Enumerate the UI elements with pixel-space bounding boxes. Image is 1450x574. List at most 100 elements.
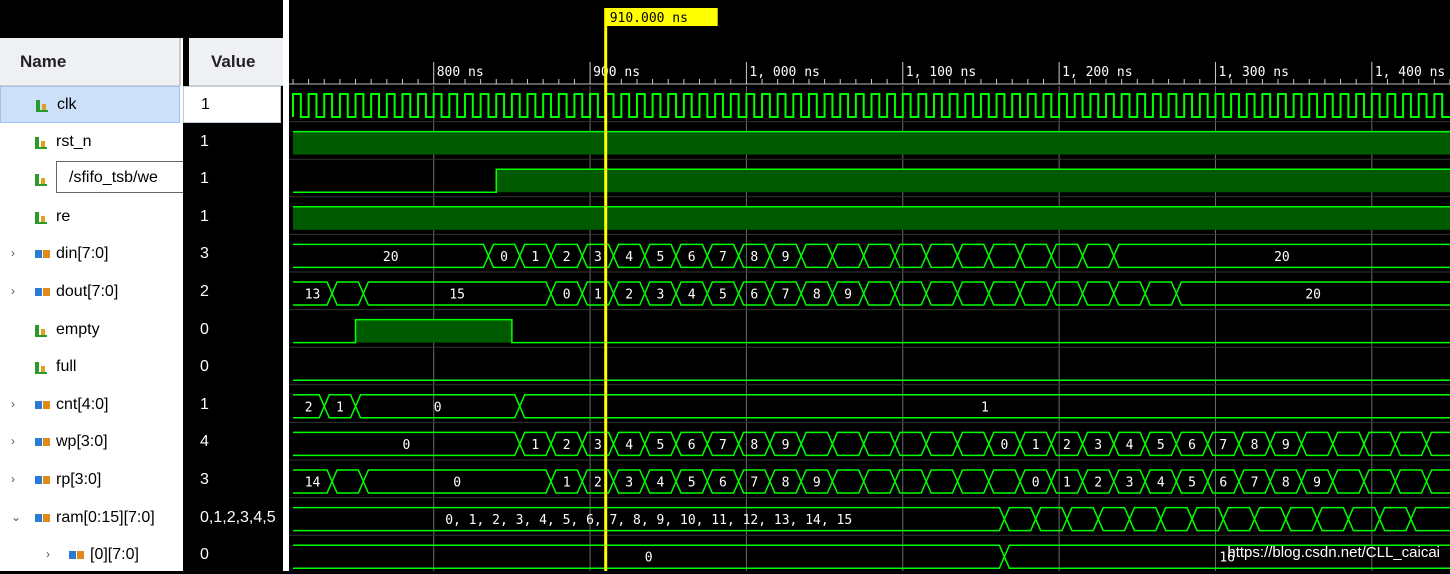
bus-value-label: 3	[594, 438, 602, 453]
signal-row-wp[interactable]: › wp[3:0]	[0, 424, 183, 461]
signal-value-ram0: 0	[200, 546, 209, 564]
signal-name: dout[7:0]	[56, 283, 119, 300]
bus-value-label: 7	[750, 476, 758, 491]
signal-row-rp[interactable]: › rp[3:0]	[0, 462, 183, 499]
signal-value-ram: 0,1,2,3,4,5	[200, 508, 276, 526]
bus-value-label: 3	[657, 288, 665, 303]
bus-value-label: 9	[782, 438, 790, 453]
signal-name: rst_n	[56, 132, 92, 150]
signal-row-clk[interactable]: clk	[0, 86, 180, 123]
bus-value-label: 1	[981, 400, 989, 415]
bus-value-label: 8	[782, 476, 790, 491]
bus-value-label: 7	[1219, 438, 1227, 453]
signal-value-rp: 3	[200, 471, 209, 488]
bus-value-label: 1	[531, 438, 539, 453]
bit-signal-icon	[35, 98, 51, 119]
bus-signal-icon	[34, 285, 52, 304]
expand-chevron-icon[interactable]: ›	[46, 547, 50, 561]
expand-chevron-icon[interactable]: ›	[11, 434, 15, 448]
bus-value-label: 2	[625, 288, 633, 303]
expand-chevron-icon[interactable]: ›	[11, 284, 15, 298]
bus-value-label: 15	[449, 288, 465, 303]
signal-value-din: 3	[200, 245, 209, 263]
expand-chevron-icon[interactable]: ›	[11, 397, 15, 411]
bus-value-label: 13	[305, 288, 321, 303]
bus-value-label: 1	[531, 250, 539, 265]
bus-value-label: 5	[1188, 476, 1196, 491]
bus-value-label: 0	[645, 551, 653, 566]
signal-name: full	[56, 358, 77, 376]
bus-value-label: 7	[782, 288, 790, 303]
signal-row-rst_n[interactable]: rst_n	[0, 124, 183, 161]
bus-value-label: 8	[1251, 438, 1259, 453]
signal-row-we[interactable]: /sfifo_tsb/we	[0, 161, 184, 198]
bus-value-label: 0	[402, 438, 410, 453]
signal-name: ram[0:15][7:0]	[56, 508, 155, 526]
bit-signal-icon	[34, 323, 50, 344]
bus-value-label: 1	[594, 288, 602, 303]
signal-name: rp[3:0]	[56, 471, 102, 488]
bus-value-label: 9	[1282, 438, 1290, 453]
bit-signal-icon	[34, 135, 50, 156]
ruler-tick-label: 1, 200 ns	[1062, 65, 1132, 80]
bus-value-label: 6	[719, 476, 727, 491]
waveform-panel[interactable]: 800 ns 900 ns 1, 000 ns 1, 100 ns 1, 200 ns 1…	[289, 0, 1450, 571]
bus-signal-icon	[34, 511, 52, 530]
bus-value-label: 7	[719, 250, 727, 265]
signal-name: /sfifo_tsb/we	[56, 161, 184, 194]
ruler-tick-label: 1, 000 ns	[749, 65, 819, 80]
bus-value-label: 8	[1282, 476, 1290, 491]
watermark: https://blog.csdn.net/CLL_caicai	[1227, 544, 1440, 561]
bus-value-label: 3	[625, 476, 633, 491]
bus-value-label: 8	[750, 250, 758, 265]
signal-name: [0][7:0]	[90, 546, 139, 564]
signal-row-ram0[interactable]: › [0][7:0]	[0, 537, 183, 574]
bus-value-label: 5	[719, 288, 727, 303]
bus-value-label: 4	[1126, 438, 1134, 453]
bus-value-label: 9	[782, 250, 790, 265]
bus-value-label: 0	[1000, 438, 1008, 453]
signal-row-din[interactable]: › din[7:0]	[0, 236, 183, 273]
signal-high-fill	[293, 131, 1450, 155]
bus-value-label: 7	[1251, 476, 1259, 491]
ruler-tick-label: 1, 300 ns	[1218, 65, 1288, 80]
bus-value-label: 0	[500, 250, 508, 265]
bus-value-label: 7	[719, 438, 727, 453]
signal-row-empty[interactable]: empty	[0, 312, 183, 349]
bus-value-label: 2	[563, 250, 571, 265]
bus-value-label: 6	[1188, 438, 1196, 453]
bus-value-label: 2	[305, 400, 313, 415]
name-column-header[interactable]: Name	[0, 38, 181, 86]
signal-name: cnt[4:0]	[56, 395, 109, 413]
signal-value-wp: 4	[200, 433, 209, 451]
bus-value-label: 3	[1126, 476, 1134, 491]
waveform-background	[289, 0, 1450, 571]
bus-value-label: 0	[434, 400, 442, 415]
signal-row-dout[interactable]: › dout[7:0]	[0, 274, 183, 311]
bus-value-label: 1	[1032, 438, 1040, 453]
signal-value-empty: 0	[200, 320, 209, 338]
bus-signal-icon	[34, 435, 52, 454]
value-column-header[interactable]: Value	[189, 38, 283, 86]
expand-chevron-icon[interactable]: ›	[11, 472, 15, 486]
bus-value-label: 14	[305, 476, 321, 491]
bus-value-label: 9	[844, 288, 852, 303]
bus-value-label: 1	[563, 476, 571, 491]
signal-name: wp[3:0]	[56, 433, 108, 451]
bus-value-label: 0, 1, 2, 3, 4, 5, 6, 7, 8, 9, 10, 11, 12…	[445, 513, 852, 528]
signal-row-cnt[interactable]: › cnt[4:0]	[0, 387, 183, 424]
ruler-tick-label: 1, 400 ns	[1375, 65, 1445, 80]
expand-chevron-icon[interactable]: ›	[11, 246, 15, 260]
bus-value-label: 20	[383, 250, 399, 265]
expand-chevron-icon[interactable]: ⌄	[11, 510, 21, 524]
bus-value-label: 2	[1094, 476, 1102, 491]
bus-value-label: 5	[688, 476, 696, 491]
bus-signal-icon	[34, 398, 52, 417]
signal-row-re[interactable]: re	[0, 199, 183, 236]
bit-signal-icon	[34, 172, 50, 193]
signal-row-full[interactable]: full	[0, 349, 183, 386]
bus-value-label: 6	[688, 438, 696, 453]
signal-high-fill	[355, 319, 512, 343]
bus-value-label: 3	[1094, 438, 1102, 453]
signal-row-ram[interactable]: ⌄ ram[0:15][7:0]	[0, 500, 183, 537]
